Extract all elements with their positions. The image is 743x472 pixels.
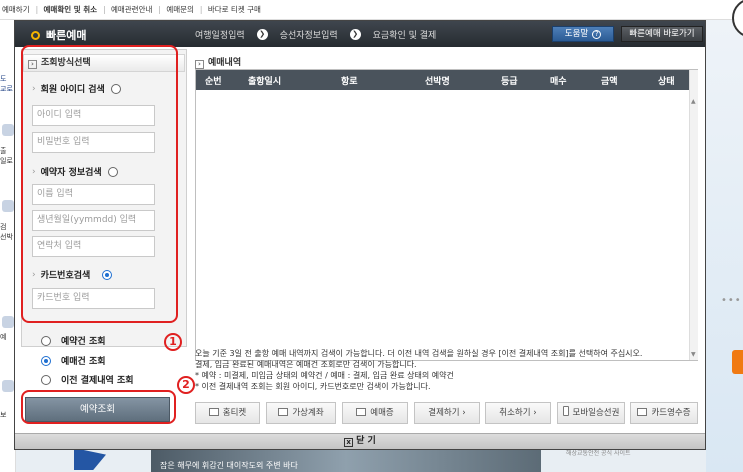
info-icon [2,380,14,392]
close-icon: x [344,438,354,447]
bg-nav-item[interactable]: 예매확인 및 취소 [44,5,98,14]
action-label: 가상계좌 [292,408,324,418]
inquiry-option-label: 이전 결제내역 조회 [61,376,134,386]
notice-line: 오늘 기준 3일 전 출항 예매 내역까지 검색이 가능합니다. 더 이전 내역… [195,349,643,358]
card-receipt-button[interactable]: 카드영수증 [630,402,698,424]
results-heading: › 예매내역 [195,55,241,69]
annotation-box-search-panel [21,45,178,323]
column-header: 등급 [501,77,518,87]
column-header: 상태 [658,77,675,87]
flag-icon [74,448,106,470]
help-button-label: 도움말 [564,29,589,39]
column-header: 선박명 [425,77,450,87]
ship-icon [2,124,14,136]
close-button[interactable]: x닫 기 [15,433,705,449]
action-label: 홈티켓 [222,408,247,418]
scroll-up-icon[interactable]: ▲ [691,98,696,105]
inquiry-option-reservation[interactable]: 예약건 조회 [41,334,106,347]
inquiry-option-booking[interactable]: 예매건 조회 [41,354,106,367]
ticket-icon [2,316,14,328]
bg-nav-item[interactable]: 예매하기 [2,5,30,14]
column-header: 항로 [341,77,358,87]
inquiry-option-past-payments[interactable]: 이전 결제내역 조회 [41,373,134,386]
notice-line: 결제, 입금 완료된 예매내역은 예매건 조회로만 검색이 가능합니다. [195,360,417,369]
step-item: 승선자정보입력 [279,31,338,41]
step-item: 요금확인 및 결제 [372,31,437,41]
popup-title-text: 빠른예매 [46,29,87,42]
table-header: 순번 출항일시 항로 선박명 등급 매수 금액 상태 [196,70,689,90]
annotation-number-2: 2 [177,376,195,394]
background-top-nav: 예매하기 | 예매확인 및 취소 | 예매관련안내 | 예매문의 | 바다로 티켓 구매 [0,0,743,20]
banner-caption: 잡은 해무에 휘감긴 대이작도외 주변 바다 [160,461,298,470]
booking-radio-selected[interactable] [41,355,51,366]
annotation-box-submit [21,390,176,424]
help-button[interactable]: 도움말? [552,26,614,42]
step-arrow-icon: ❯ [349,29,361,40]
printer-icon [208,408,219,416]
reservation-radio[interactable] [41,335,51,346]
action-buttons: 홈티켓 가상계좌 예매증 결제하기 › 취소하기 › 모바일승선권 카드영수증 [195,402,698,424]
column-header: 출항일시 [248,77,282,87]
more-dots-icon: ••• [721,295,742,306]
bg-nav-item[interactable]: 예매관련안내 [111,5,152,14]
notice-line: * 이전 결제내역 조회는 회원 아이디, 카드번호로만 검색이 가능합니다. [195,382,431,391]
question-icon: ? [592,30,602,39]
notice-line: * 예약 : 미결제, 미입금 상태의 예약건 / 예매 : 결제, 입금 완료… [195,371,454,380]
mobile-ticket-button[interactable]: 모바일승선권 [557,402,625,424]
step-item: 여행일정입력 [195,31,245,41]
chevron-right-icon: › [195,60,204,69]
booking-steps: 여행일정입력 ❯ 승선자정보입력 ❯ 요금확인 및 결제 [195,28,436,41]
close-label: 닫 기 [356,436,376,446]
column-header: 금액 [601,77,618,87]
inquiry-option-label: 예약건 조회 [61,337,106,347]
notice-text: 오늘 기준 3일 전 출항 예매 내역까지 검색이 가능합니다. 더 이전 내역… [195,348,700,392]
popup-header: 빠른예매 여행일정입력 ❯ 승선자정보입력 ❯ 요금확인 및 결제 도움말? 빠… [15,21,705,47]
popup-title: 빠른예매 [31,27,86,43]
bg-nav-item[interactable]: 예매문의 [166,5,194,14]
quick-booking-shortcut-button[interactable]: 빠른예매 바로가기 [621,26,703,42]
results-scrollbar[interactable]: ▲ ▼ [689,70,698,360]
annotation-number-1: 1 [164,333,182,351]
helm-icon [2,200,14,212]
results-title: 예매내역 [208,58,242,68]
action-label: 카드영수증 [651,408,691,418]
past-payments-radio[interactable] [41,374,51,385]
bg-nav-item[interactable]: 바다로 티켓 구매 [208,5,261,14]
booking-certificate-button[interactable]: 예매증 [342,402,408,424]
phone-icon [562,406,569,416]
printer-icon [356,408,367,416]
inquiry-option-label: 예매건 조회 [61,357,106,367]
card-icon [637,408,648,416]
step-arrow-icon: ❯ [256,29,268,40]
column-header: 매수 [550,77,567,87]
home-ticket-button[interactable]: 홈티켓 [195,402,260,424]
document-icon [278,408,289,416]
action-label: 모바일승선권 [572,408,620,418]
pay-button[interactable]: 결제하기 › [414,402,480,424]
background-right-area: ••• [706,0,743,472]
virtual-account-button[interactable]: 가상계좌 [266,402,336,424]
action-label: 예매증 [370,408,394,418]
side-tab-orange[interactable] [732,350,743,374]
ring-icon [31,30,40,40]
booking-results-table: 순번 출항일시 항로 선박명 등급 매수 금액 상태 ▲ ▼ [195,69,698,361]
column-header: 순번 [205,77,222,87]
cancel-booking-button[interactable]: 취소하기 › [485,402,551,424]
screen: 예매하기 | 예매확인 및 취소 | 예매관련안내 | 예매문의 | 바다로 티켓 구매… [0,0,743,472]
